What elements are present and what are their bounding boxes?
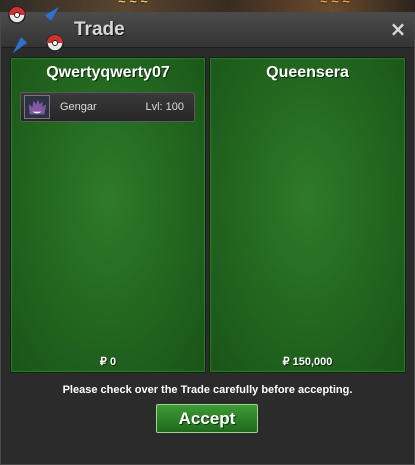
right-player-name: Queensera: [266, 64, 349, 81]
background-player-name: ~ ~ ~: [320, 0, 350, 9]
left-money: ₽ 0: [99, 356, 117, 368]
background-player-name: ~ ~ ~: [118, 0, 148, 9]
close-button[interactable]: ×: [388, 19, 408, 39]
pokemon-name: Gengar: [60, 101, 97, 113]
pokeball-logo-icon: [8, 6, 64, 53]
left-player-name: Qwertyqwerty07: [46, 64, 170, 81]
right-money: ₽ 150,000: [282, 356, 333, 368]
pokemon-level: Lvl: 100: [145, 101, 184, 113]
left-trade-panel: Qwertyqwerty07 Gengar Lvl: 100 ₽ 0: [10, 57, 206, 373]
window-title: Trade: [74, 19, 125, 40]
game-screen: ~ ~ ~ ~ ~ ~ Trade × Qwertyqwerty07 Genga…: [0, 0, 415, 465]
trade-item-gengar[interactable]: Gengar Lvl: 100: [20, 92, 195, 122]
trade-window: Trade × Qwertyqwerty07 Gengar Lvl: 100 ₽…: [0, 6, 415, 465]
gengar-icon: [24, 95, 50, 119]
accept-button[interactable]: Accept: [156, 404, 258, 433]
right-trade-panel: Queensera ₽ 150,000: [209, 57, 406, 373]
trade-notice: Please check over the Trade carefully be…: [62, 384, 353, 396]
